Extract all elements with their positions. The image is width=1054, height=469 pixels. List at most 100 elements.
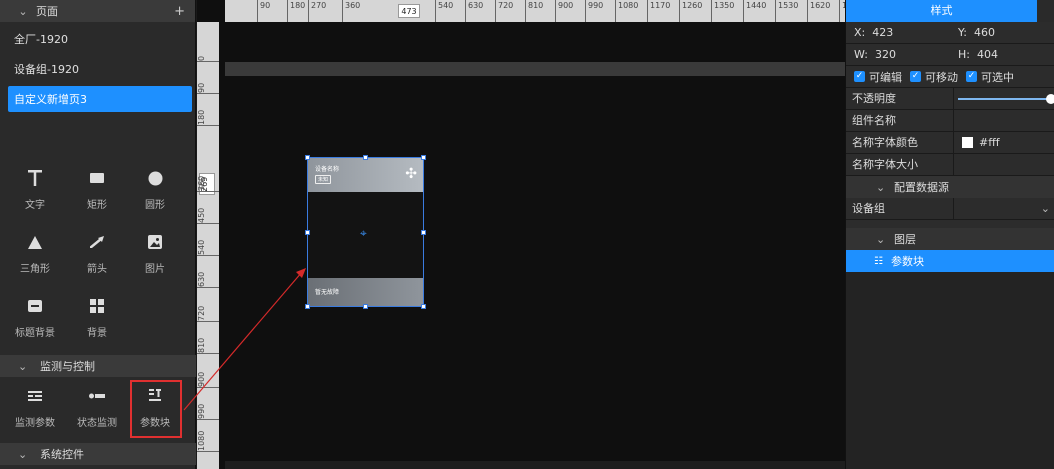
ruler-tick: 630 — [197, 272, 219, 288]
status-monitor-icon — [68, 386, 126, 406]
component-background[interactable]: 背景 — [68, 296, 126, 339]
chevron-down-icon: ⌄ — [876, 232, 886, 246]
ruler-tick: 540 — [197, 240, 219, 256]
device-group-select[interactable]: ⌄ — [954, 198, 1054, 220]
section-datasource[interactable]: ⌄ 配置数据源 — [846, 176, 1054, 198]
font-size-input[interactable] — [954, 154, 1054, 176]
resize-handle[interactable] — [363, 155, 368, 160]
component-label: 图片 — [145, 264, 165, 275]
opacity-row: 不透明度 — [846, 87, 1054, 110]
opacity-slider[interactable] — [954, 88, 1054, 110]
font-color-value: #fff — [979, 135, 1000, 149]
ruler-tick: 810 — [197, 338, 219, 354]
font-color-picker[interactable]: #fff — [954, 132, 1054, 154]
resize-handle[interactable] — [363, 304, 368, 309]
y-value: 460 — [973, 26, 995, 39]
ruler-left: 0 90 180 269 360 450 540 630 720 810 900… — [197, 22, 219, 469]
section-datasource-label: 配置数据源 — [894, 181, 949, 194]
color-swatch[interactable] — [962, 137, 973, 148]
section-monitor-label: 监测与控制 — [40, 360, 95, 373]
arrow-icon — [68, 232, 126, 252]
resize-handle[interactable] — [421, 304, 426, 309]
ruler-tick: 360 — [197, 176, 219, 192]
background-icon — [68, 296, 126, 316]
slider-track — [958, 97, 1054, 100]
component-monitor-param[interactable]: 监测参数 — [6, 386, 64, 429]
font-color-label: 名称字体颜色 — [846, 131, 954, 154]
fan-icon: ✣ — [405, 166, 417, 182]
ruler-tick: 990 — [197, 404, 219, 420]
checkbox-selectable[interactable]: ✓ 可选中 — [966, 69, 1014, 85]
triangle-icon — [6, 232, 64, 252]
section-monitor[interactable]: ⌄ 监测与控制 — [0, 355, 196, 377]
component-label: 箭头 — [87, 264, 107, 275]
canvas-area[interactable]: 90 180 270 360 473 540 630 720 810 900 9… — [197, 0, 845, 469]
component-arrow[interactable]: 箭头 — [68, 232, 126, 275]
chevron-down-icon: ⌄ — [876, 180, 886, 194]
page-item-plant[interactable]: 全厂-1920 — [0, 26, 195, 52]
tab-style[interactable]: 样式 — [846, 0, 1037, 22]
slider-knob[interactable] — [1046, 93, 1054, 104]
component-title-bg[interactable]: 标题背景 — [6, 296, 64, 339]
param-block-widget[interactable]: 设备名称 未知 ✣ ⌖ 暂无故障 — [305, 155, 426, 309]
ruler-tick: 1620 — [807, 0, 830, 22]
move-center-icon[interactable]: ⌖ — [360, 226, 367, 241]
component-image[interactable]: 图片 — [126, 232, 184, 275]
component-label: 矩形 — [87, 200, 107, 211]
font-color-row: 名称字体颜色 #fff — [846, 131, 1054, 154]
x-field[interactable]: X: 423 — [846, 26, 950, 39]
section-system[interactable]: ⌄ 系统控件 — [0, 443, 196, 465]
checkbox-editable[interactable]: ✓ 可编辑 — [854, 69, 902, 85]
page-item-device-group[interactable]: 设备组-1920 — [0, 56, 195, 82]
resize-handle[interactable] — [305, 304, 310, 309]
page-top-bar — [225, 62, 845, 76]
tab-bar: 样式 — [846, 0, 1054, 22]
component-label: 状态监测 — [77, 418, 117, 429]
properties-panel: 样式 X: 423 Y: 460 W: 320 H: 404 ✓ 可编辑 ✓ 可移动… — [845, 0, 1054, 469]
opacity-label: 不透明度 — [846, 87, 954, 110]
w-field[interactable]: W: 320 — [846, 48, 950, 61]
checkbox-movable[interactable]: ✓ 可移动 — [910, 69, 958, 85]
ruler-tick: 270 — [308, 0, 326, 22]
name-row: 组件名称 — [846, 109, 1054, 132]
device-group-label: 设备组 — [846, 197, 954, 220]
component-label: 背景 — [87, 328, 107, 339]
y-field[interactable]: Y: 460 — [950, 26, 1054, 39]
section-layers[interactable]: ⌄ 图层 — [846, 228, 1054, 250]
h-value: 404 — [976, 48, 998, 61]
ruler-tick: 90 — [197, 82, 219, 94]
resize-handle[interactable] — [421, 230, 426, 235]
widget-footer-text: 暂无故障 — [315, 289, 340, 296]
image-icon — [126, 232, 184, 252]
component-circle[interactable]: 圆形 — [126, 168, 184, 211]
ruler-tick: 540 — [435, 0, 453, 22]
text-icon — [6, 168, 64, 188]
tab-spacer — [1037, 0, 1054, 22]
h-field[interactable]: H: 404 — [950, 48, 1054, 61]
ruler-top-marker: 473 — [398, 4, 420, 18]
component-rectangle[interactable]: 矩形 — [68, 168, 126, 211]
section-system-label: 系统控件 — [40, 448, 84, 461]
component-text[interactable]: 文字 — [6, 168, 64, 211]
widget-footer: 暂无故障 — [308, 278, 423, 306]
resize-handle[interactable] — [305, 230, 310, 235]
layer-item-param-block[interactable]: ☷ 参数块 — [846, 250, 1054, 272]
layer-item-label: 参数块 — [890, 255, 924, 268]
resize-handle[interactable] — [421, 155, 426, 160]
name-input[interactable] — [954, 110, 1054, 132]
component-triangle[interactable]: 三角形 — [6, 232, 64, 275]
add-page-icon[interactable]: + — [174, 4, 185, 19]
param-block-icon: ☷ — [874, 255, 883, 267]
y-label: Y: — [958, 26, 967, 39]
page-item-custom[interactable]: 自定义新增页3 — [8, 86, 192, 112]
pages-header-label: 页面 — [36, 5, 58, 18]
resize-handle[interactable] — [305, 155, 310, 160]
pages-header[interactable]: ⌄ 页面 + — [0, 0, 195, 22]
ruler-tick: 1080 — [615, 0, 638, 22]
widget-header: 设备名称 未知 ✣ — [308, 158, 423, 192]
component-status-monitor[interactable]: 状态监测 — [68, 386, 126, 429]
checkbox-label: 可编辑 — [869, 70, 902, 84]
x-label: X: — [854, 26, 866, 39]
chevron-down-icon: ⌄ — [18, 359, 28, 373]
monitor-param-icon — [6, 386, 64, 406]
